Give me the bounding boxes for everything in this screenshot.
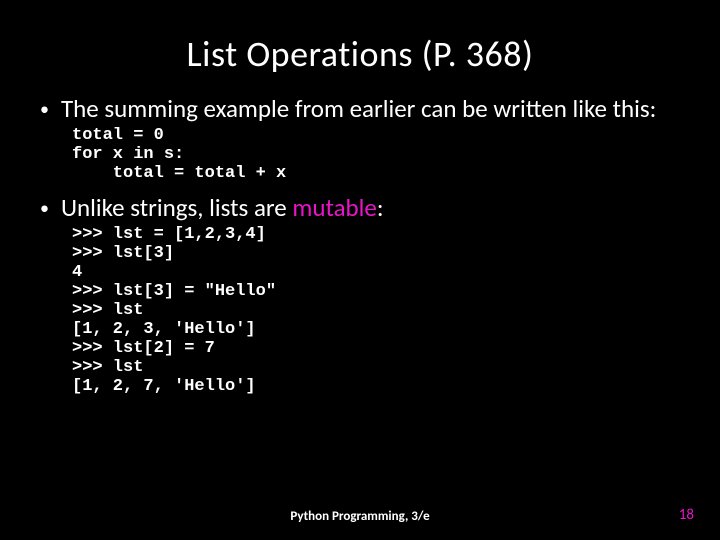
- bullet-dot-icon: •: [38, 193, 61, 223]
- code-block: total = 0 for x in s: total = total + x: [38, 126, 690, 183]
- code-block: >>> lst = [1,2,3,4] >>> lst[3] 4 >>> lst…: [38, 225, 690, 396]
- slide: List Operations (P. 368) • The summing e…: [0, 0, 720, 540]
- bullet-text-pre: Unlike strings, lists are: [61, 192, 292, 223]
- bullet-text-highlight: mutable: [292, 192, 376, 223]
- bullet-text-post: :: [377, 192, 384, 223]
- slide-content: • The summing example from earlier can b…: [0, 94, 720, 396]
- bullet-item: • Unlike strings, lists are mutable:: [38, 193, 690, 223]
- bullet-item: • The summing example from earlier can b…: [38, 94, 690, 124]
- slide-number: 18: [679, 506, 694, 524]
- bullet-dot-icon: •: [38, 94, 61, 124]
- bullet-text: The summing example from earlier can be …: [61, 94, 656, 123]
- footer-text: Python Programming, 3/e: [0, 509, 720, 524]
- slide-title: List Operations (P. 368): [0, 0, 720, 94]
- bullet-text: Unlike strings, lists are mutable:: [61, 193, 384, 222]
